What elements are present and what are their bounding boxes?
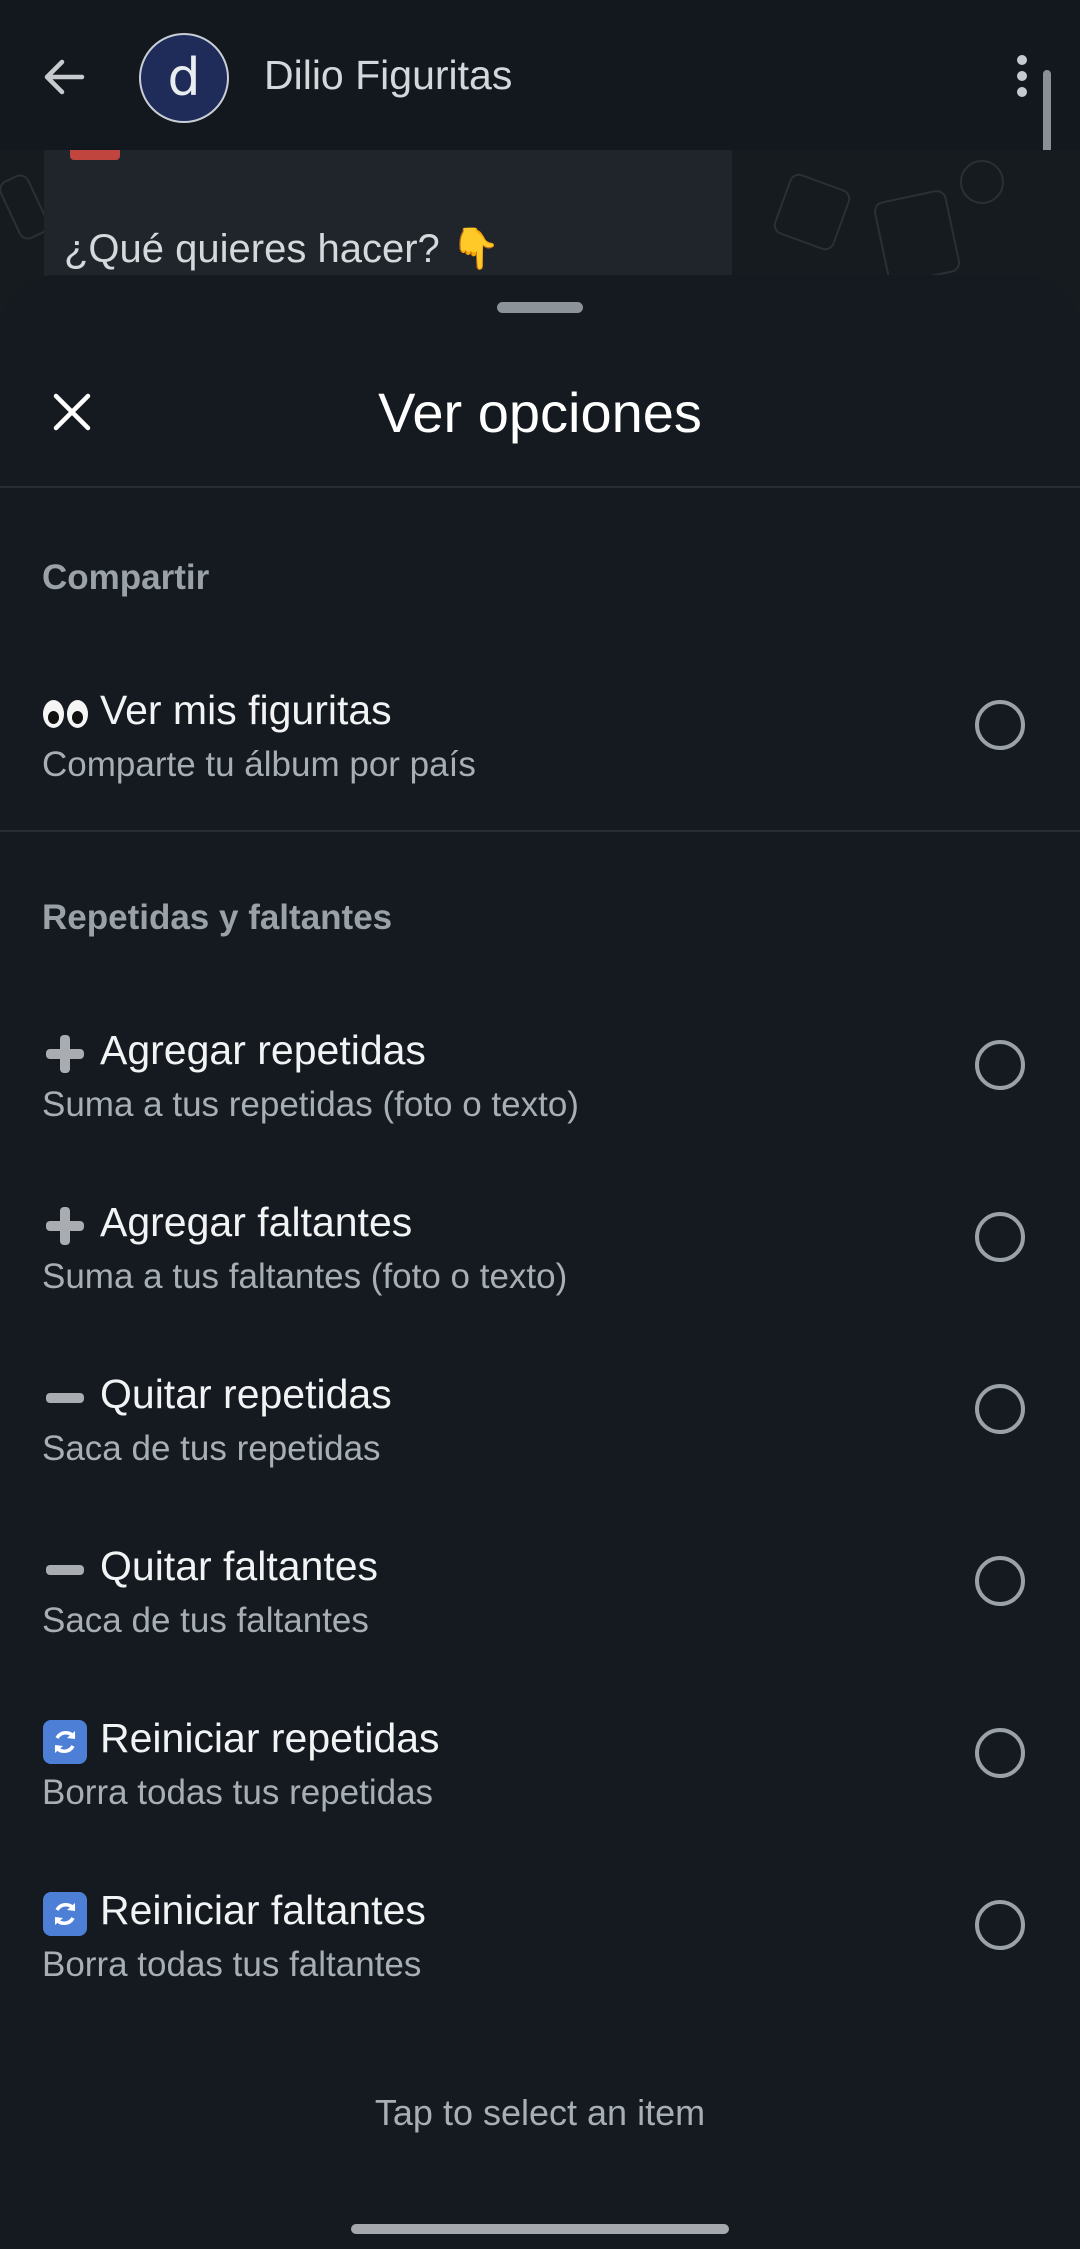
- radio-button[interactable]: [975, 700, 1025, 750]
- option-reiniciar-repetidas[interactable]: Reiniciar repetidas Borra todas tus repe…: [0, 1703, 1080, 1863]
- divider: [0, 486, 1080, 488]
- refresh-icon: [42, 1719, 88, 1765]
- contact-name[interactable]: Dilio Figuritas: [264, 52, 512, 99]
- option-title: Agregar repetidas: [100, 1027, 426, 1073]
- option-subtitle: Suma a tus repetidas (foto o texto): [42, 1085, 579, 1124]
- refresh-icon: [42, 1891, 88, 1937]
- option-title: Reiniciar repetidas: [100, 1715, 440, 1761]
- avatar[interactable]: d: [139, 33, 229, 123]
- plus-icon: [42, 1203, 88, 1249]
- option-subtitle: Borra todas tus repetidas: [42, 1773, 434, 1812]
- more-options-button[interactable]: [1006, 52, 1038, 102]
- divider: [0, 830, 1080, 832]
- option-title: Quitar repetidas: [100, 1371, 392, 1417]
- sheet-title: Ver opciones: [378, 381, 702, 444]
- option-quitar-faltantes[interactable]: Quitar faltantes Saca de tus faltantes: [0, 1531, 1080, 1691]
- radio-button[interactable]: [975, 1384, 1025, 1434]
- options-bottom-sheet: Ver opciones Compartir Ver mis figuritas…: [0, 275, 1080, 2249]
- option-ver-mis-figuritas[interactable]: Ver mis figuritas Comparte tu álbum por …: [0, 675, 1080, 835]
- minus-icon: [42, 1547, 88, 1593]
- radio-button[interactable]: [975, 1556, 1025, 1606]
- option-reiniciar-faltantes[interactable]: Reiniciar faltantes Borra todas tus falt…: [0, 1875, 1080, 2035]
- eyes-icon: [42, 691, 88, 737]
- back-button[interactable]: [38, 52, 88, 102]
- message-text: ¿Qué quieres hacer? 👇: [64, 227, 501, 271]
- option-agregar-faltantes[interactable]: Agregar faltantes Suma a tus faltantes (…: [0, 1187, 1080, 1347]
- section-heading-compartir: Compartir: [42, 558, 210, 597]
- option-title: Ver mis figuritas: [100, 687, 392, 733]
- more-vertical-icon: [1017, 55, 1027, 65]
- chat-header: d Dilio Figuritas: [0, 0, 1080, 150]
- option-quitar-repetidas[interactable]: Quitar repetidas Saca de tus repetidas: [0, 1359, 1080, 1519]
- option-subtitle: Saca de tus faltantes: [42, 1601, 369, 1640]
- option-subtitle: Comparte tu álbum por país: [42, 745, 476, 784]
- selection-hint: Tap to select an item: [374, 2092, 706, 2133]
- option-title: Reiniciar faltantes: [100, 1887, 426, 1933]
- minus-icon: [42, 1375, 88, 1421]
- plus-icon: [42, 1031, 88, 1077]
- option-title: Agregar faltantes: [100, 1199, 413, 1245]
- option-subtitle: Saca de tus repetidas: [42, 1429, 381, 1468]
- section-heading-repetidas-faltantes: Repetidas y faltantes: [42, 898, 393, 937]
- option-subtitle: Borra todas tus faltantes: [42, 1945, 422, 1984]
- radio-button[interactable]: [975, 1212, 1025, 1262]
- option-subtitle: Suma a tus faltantes (foto o texto): [42, 1257, 568, 1296]
- option-agregar-repetidas[interactable]: Agregar repetidas Suma a tus repetidas (…: [0, 1015, 1080, 1175]
- radio-button[interactable]: [975, 1900, 1025, 1950]
- message-image-edge: [70, 150, 120, 160]
- drag-handle[interactable]: [497, 302, 583, 313]
- radio-button[interactable]: [975, 1040, 1025, 1090]
- arrow-left-icon: [44, 59, 85, 95]
- gesture-nav-bar[interactable]: [351, 2224, 729, 2234]
- radio-button[interactable]: [975, 1728, 1025, 1778]
- option-title: Quitar faltantes: [100, 1543, 379, 1589]
